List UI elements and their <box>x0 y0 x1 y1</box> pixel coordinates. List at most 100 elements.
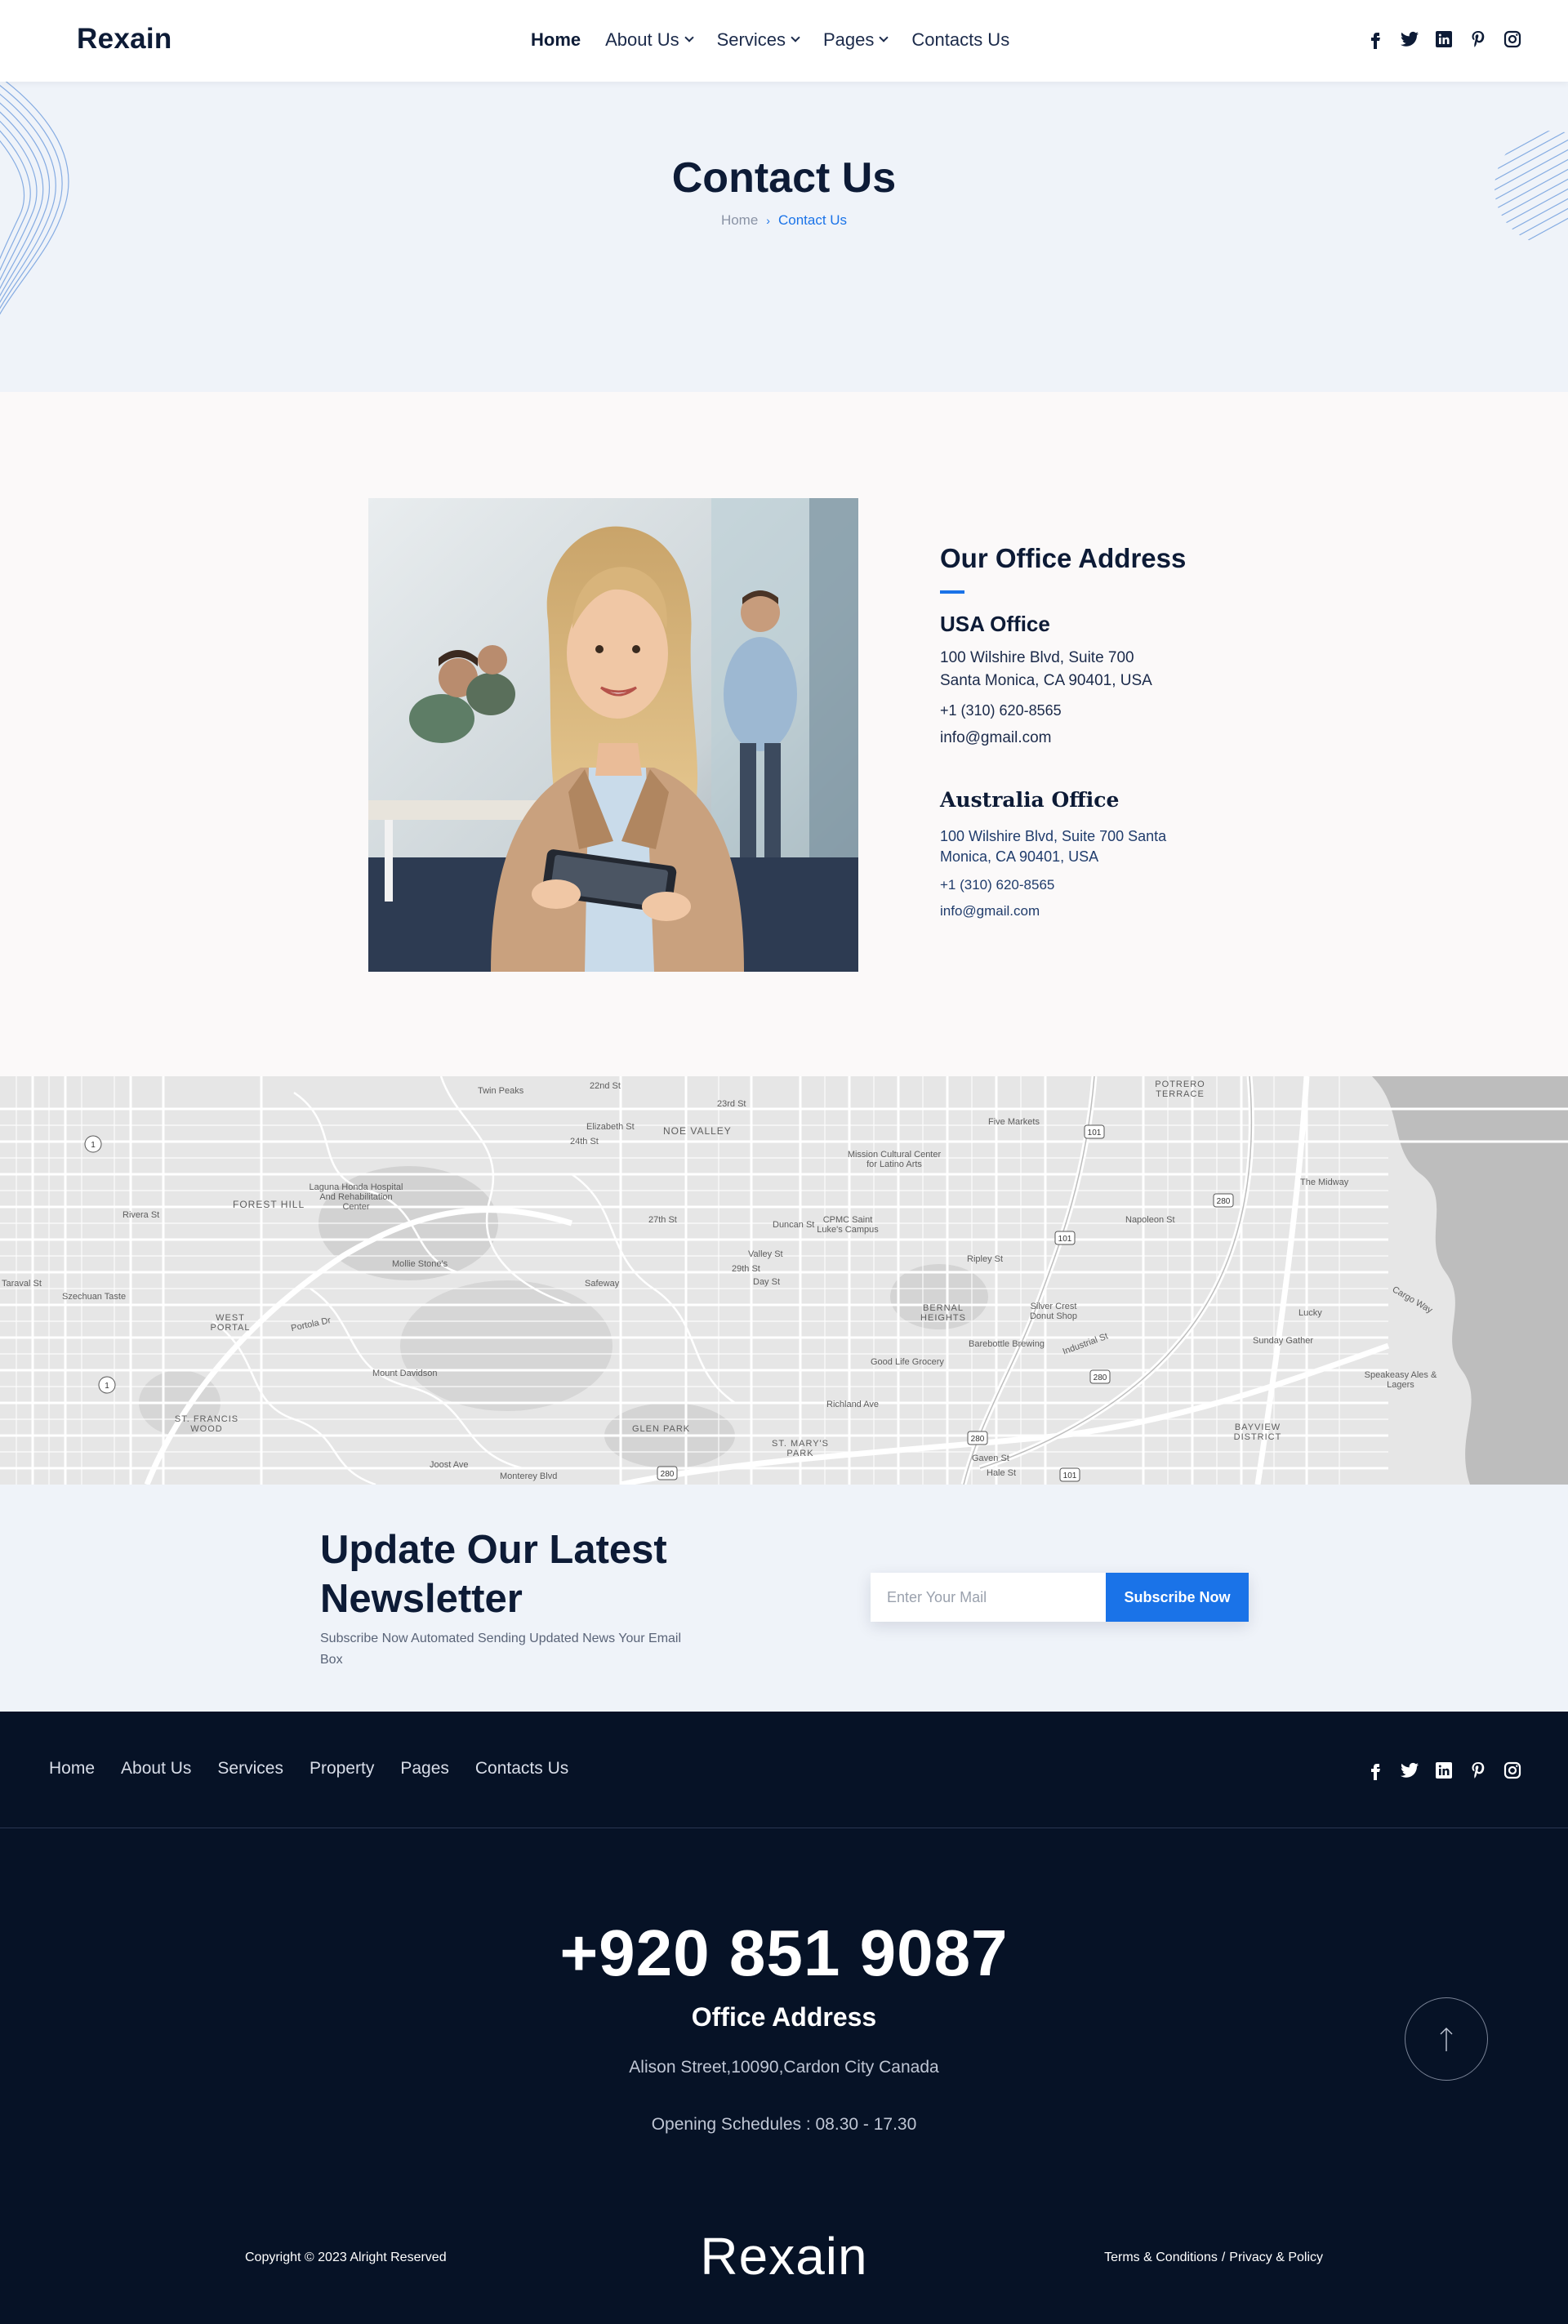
map-label: BAYVIEW DISTRICT <box>1233 1422 1282 1442</box>
map-label: Hale St <box>987 1468 1017 1478</box>
site-logo[interactable]: Rexain <box>77 23 172 56</box>
map-label: CPMC Saint Luke's Campus <box>817 1215 879 1235</box>
nav-contacts-us[interactable]: Contacts Us <box>911 29 1009 51</box>
svg-text:101: 101 <box>1058 1235 1072 1244</box>
chevron-down-icon <box>879 33 889 42</box>
map-label: Valley St <box>748 1249 783 1259</box>
map-label: BERNAL HEIGHTS <box>920 1303 966 1323</box>
map-label: Taraval St <box>2 1279 42 1289</box>
newsletter-title: Update Our Latest Newsletter <box>320 1528 667 1621</box>
woman-holding-tablet-image <box>368 498 858 972</box>
usa-office-phone[interactable]: +1 (310) 620-8565 <box>940 702 1267 719</box>
main-nav: Home About Us Services Pages Contacts Us <box>531 29 1009 51</box>
map-label: Laguna Honda Hospital And Rehabilitation… <box>309 1182 403 1212</box>
nav-pages[interactable]: Pages <box>822 29 889 51</box>
australia-office-phone[interactable]: +1 (310) 620-8565 <box>940 877 1267 893</box>
map-label: Lucky <box>1298 1308 1322 1318</box>
map-label: Mount Davidson <box>372 1369 438 1378</box>
location-map[interactable]: 1 1 101 101 101 280 280 280 280 Twin Pea… <box>0 1076 1568 1485</box>
map-label: Monterey Blvd <box>500 1471 558 1481</box>
map-label: Twin Peaks <box>478 1086 524 1096</box>
map-label: Mollie Stone's <box>392 1259 448 1269</box>
svg-text:101: 101 <box>1063 1471 1077 1480</box>
map-label: POTRERO TERRACE <box>1155 1080 1205 1099</box>
footer-opening-hours: Opening Schedules : 08.30 - 17.30 <box>651 2115 917 2134</box>
footer-link-pages[interactable]: Pages <box>400 1759 449 1779</box>
pinterest-icon[interactable] <box>1468 1759 1488 1782</box>
nav-home[interactable]: Home <box>531 29 581 51</box>
nav-services[interactable]: Services <box>717 29 800 51</box>
linkedin-icon[interactable] <box>1434 1759 1454 1782</box>
usa-office-title: USA Office <box>940 612 1050 636</box>
newsletter-section: Update Our Latest Newsletter Subscribe N… <box>0 1485 1568 1712</box>
map-label: Napoleon St <box>1125 1215 1175 1225</box>
office-section: Our Office Address USA Office 100 Wilshi… <box>0 392 1568 1076</box>
usa-office-address: 100 Wilshire Blvd, Suite 700 Santa Monic… <box>940 647 1267 692</box>
office-address-block: Our Office Address USA Office 100 Wilshi… <box>940 543 1267 919</box>
instagram-icon[interactable] <box>1503 1759 1522 1782</box>
facebook-icon[interactable] <box>1365 28 1385 51</box>
map-label: NOE VALLEY <box>663 1125 732 1137</box>
heading-underline <box>940 590 964 594</box>
map-label: Richland Ave <box>826 1400 880 1409</box>
office-photo <box>368 498 858 972</box>
breadcrumb-home-link[interactable]: Home <box>721 212 758 229</box>
linkedin-icon[interactable] <box>1434 28 1454 51</box>
breadcrumb: Home › Contact Us <box>0 212 1568 229</box>
map-label: Day St <box>753 1277 781 1287</box>
map-label: Mission Cultural Center for Latino Arts <box>847 1150 942 1169</box>
map-label: 24th St <box>570 1137 599 1146</box>
map-label: 22nd St <box>590 1081 621 1091</box>
newsletter-form: Subscribe Now <box>871 1573 1249 1622</box>
australia-office-email[interactable]: info@gmail.com <box>940 903 1267 919</box>
map-label: Joost Ave <box>430 1460 469 1470</box>
footer-nav: Home About Us Services Property Pages Co… <box>49 1759 568 1779</box>
map-label: The Midway <box>1300 1178 1349 1187</box>
terms-link[interactable]: Terms & Conditions <box>1104 2251 1218 2265</box>
map-label: Duncan St <box>773 1220 815 1230</box>
map-label: Five Markets <box>988 1117 1040 1127</box>
page-hero: Contact Us Home › Contact Us <box>0 82 1568 392</box>
scroll-to-top-button[interactable] <box>1405 1997 1488 2081</box>
footer-link-property[interactable]: Property <box>310 1759 374 1779</box>
usa-address-line2: Santa Monica, CA 90401, USA <box>940 672 1152 689</box>
email-input[interactable] <box>871 1573 1106 1622</box>
chevron-down-icon <box>684 33 694 42</box>
breadcrumb-current: Contact Us <box>777 212 848 228</box>
footer-link-services[interactable]: Services <box>217 1759 283 1779</box>
svg-text:1: 1 <box>105 1382 109 1391</box>
site-header: Rexain Home About Us Services Pages Cont… <box>0 0 1568 82</box>
svg-text:280: 280 <box>1094 1373 1107 1382</box>
twitter-icon[interactable] <box>1400 28 1419 51</box>
footer-link-home[interactable]: Home <box>49 1759 95 1779</box>
pinterest-icon[interactable] <box>1468 28 1488 51</box>
map-label: 23rd St <box>717 1099 746 1109</box>
legal-links: Terms & Conditions / Privacy & Policy <box>1104 2251 1323 2265</box>
usa-office-email[interactable]: info@gmail.com <box>940 729 1267 747</box>
usa-address-line1: 100 Wilshire Blvd, Suite 700 <box>940 649 1134 666</box>
nav-about-us[interactable]: About Us <box>605 29 694 51</box>
instagram-icon[interactable] <box>1503 28 1522 51</box>
nav-home-label: Home <box>531 29 581 50</box>
map-label: Good Life Grocery <box>871 1357 944 1367</box>
footer-link-contacts-us[interactable]: Contacts Us <box>475 1759 568 1779</box>
nav-pages-label: Pages <box>822 29 875 50</box>
privacy-link[interactable]: Privacy & Policy <box>1229 2251 1323 2265</box>
map-label: Silver Crest Donut Shop <box>1029 1302 1078 1321</box>
subscribe-button[interactable]: Subscribe Now <box>1106 1573 1249 1622</box>
australia-office-title: Australia Office <box>940 788 1120 812</box>
map-label: 27th St <box>648 1215 677 1225</box>
page-title: Contact Us <box>671 154 897 202</box>
twitter-icon[interactable] <box>1400 1759 1419 1782</box>
footer-link-about-us[interactable]: About Us <box>121 1759 191 1779</box>
chevron-right-icon: › <box>766 214 770 227</box>
svg-text:280: 280 <box>971 1435 985 1444</box>
footer-phone-number[interactable]: +920 851 9087 <box>0 1916 1568 1991</box>
footer-logo[interactable]: Rexain <box>0 2226 1568 2286</box>
map-label: Ripley St <box>967 1254 1004 1264</box>
map-label: FOREST HILL <box>233 1199 305 1210</box>
svg-text:101: 101 <box>1088 1129 1102 1138</box>
legal-separator: / <box>1221 2251 1226 2264</box>
facebook-icon[interactable] <box>1365 1759 1385 1782</box>
map-label: Sunday Gather <box>1253 1336 1313 1346</box>
